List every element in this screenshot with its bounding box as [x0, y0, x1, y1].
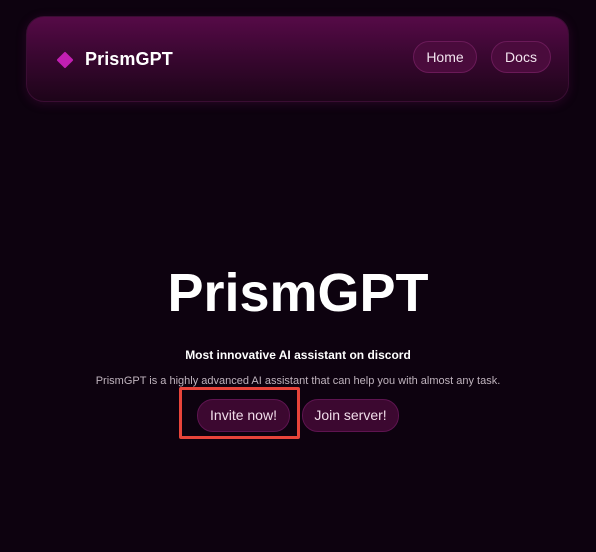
brand-name: PrismGPT	[85, 49, 173, 69]
brand-logo-link[interactable]: PrismGPT	[56, 49, 173, 70]
nav-docs-button[interactable]: Docs	[491, 41, 551, 73]
highlight-box	[179, 387, 300, 439]
hero-tagline: Most innovative AI assistant on discord	[185, 348, 411, 362]
hero-title: PrismGPT	[167, 263, 429, 324]
join-server-button[interactable]: Join server!	[302, 399, 399, 432]
diamond-icon	[56, 51, 74, 68]
navbar: PrismGPT Home Docs	[26, 16, 569, 102]
hero-description: PrismGPT is a highly advanced AI assista…	[95, 375, 501, 387]
nav-home-button[interactable]: Home	[413, 41, 477, 73]
